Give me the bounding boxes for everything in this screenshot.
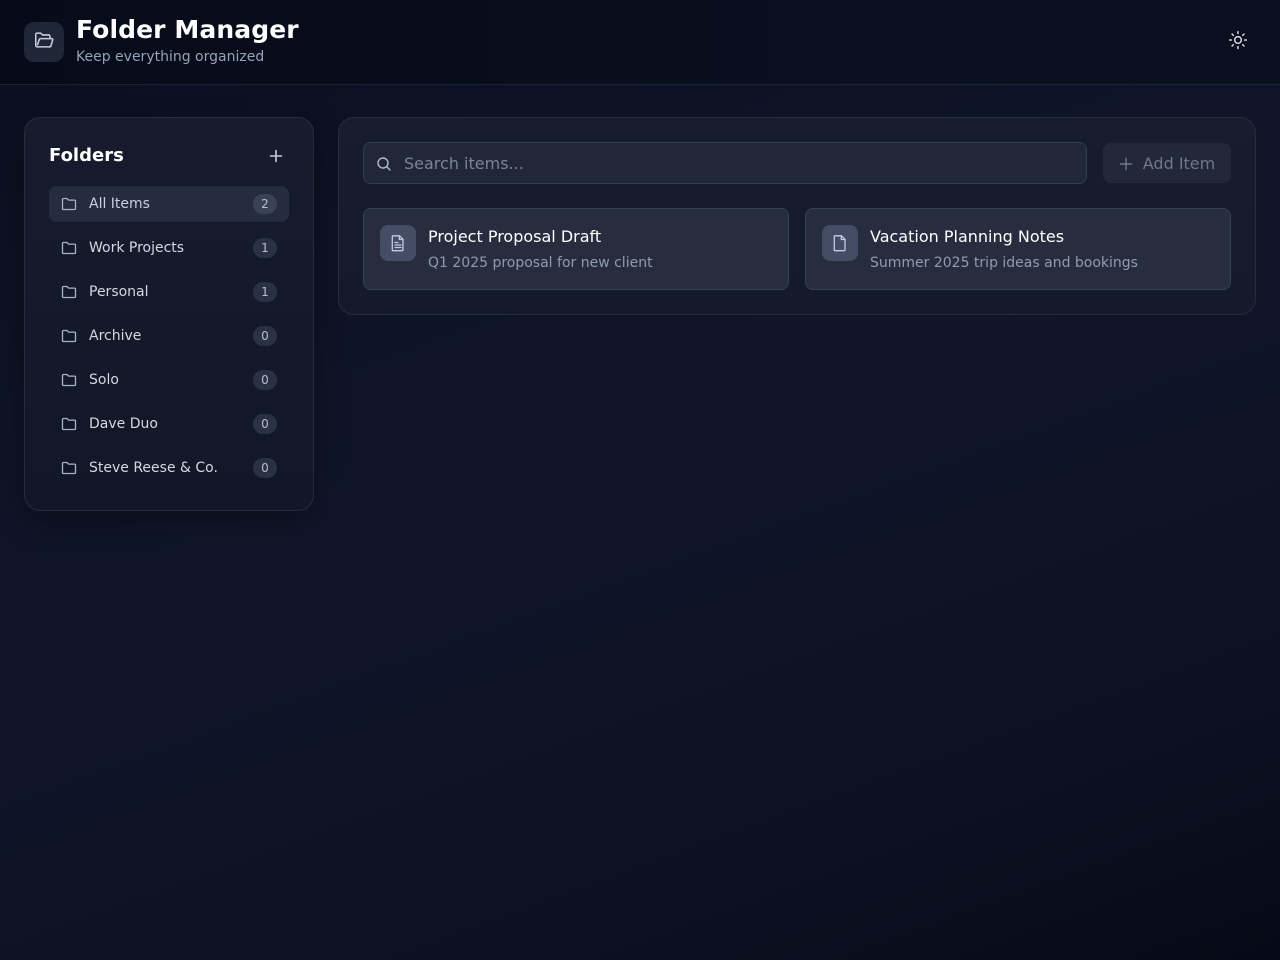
plus-icon: [1119, 156, 1133, 171]
folder-open-icon: [33, 29, 55, 55]
sidebar-item-all-items[interactable]: All Items 2: [49, 186, 289, 222]
add-item-label: Add Item: [1142, 153, 1216, 173]
folder-label: Dave Duo: [89, 416, 158, 432]
folder-icon: [61, 284, 77, 300]
folder-count-badge: 2: [253, 194, 277, 214]
folder-label: Solo: [89, 372, 119, 388]
app-title: Folder Manager: [76, 15, 299, 44]
item-title: Vacation Planning Notes: [870, 227, 1065, 246]
folder-icon: [61, 460, 77, 476]
folder-icon: [61, 196, 77, 212]
folder-count-badge: 1: [253, 282, 277, 302]
folder-label: All Items: [89, 196, 150, 212]
item-card-project-proposal-draft[interactable]: Project Proposal Draft Q1 2025 proposal …: [363, 208, 789, 290]
item-card-vacation-planning-notes[interactable]: Vacation Planning Notes Summer 2025 trip…: [805, 208, 1231, 290]
folder-label: Archive: [89, 328, 142, 344]
sidebar-item-personal[interactable]: Personal 1: [49, 274, 289, 310]
sun-icon: [1228, 30, 1248, 54]
sidebar-item-steve-reese-co[interactable]: Steve Reese & Co. 0: [49, 450, 289, 486]
folders-sidebar: Folders All Items 2 Work Projects 1 Pers…: [24, 117, 314, 511]
folder-count-badge: 0: [253, 326, 277, 346]
file-icon: [822, 225, 858, 261]
folder-count-badge: 1: [253, 238, 277, 258]
item-title: Project Proposal Draft: [428, 227, 602, 246]
sidebar-title: Folders: [49, 145, 124, 166]
app-logo: [24, 22, 64, 62]
sidebar-item-dave-duo[interactable]: Dave Duo 0: [49, 406, 289, 442]
search-icon: [376, 156, 392, 172]
app-subtitle: Keep everything organized: [76, 49, 265, 65]
plus-icon: [269, 148, 283, 167]
add-folder-button[interactable]: [263, 144, 289, 170]
theme-toggle-button[interactable]: [1222, 26, 1254, 58]
folder-icon: [61, 372, 77, 388]
sidebar-item-archive[interactable]: Archive 0: [49, 318, 289, 354]
folder-icon: [61, 240, 77, 256]
folder-icon: [61, 416, 77, 432]
folder-label: Personal: [89, 284, 149, 300]
search-box: [363, 142, 1087, 184]
file-text-icon: [380, 225, 416, 261]
item-description: Q1 2025 proposal for new client: [428, 255, 653, 271]
folder-icon: [61, 328, 77, 344]
sidebar-item-work-projects[interactable]: Work Projects 1: [49, 230, 289, 266]
add-item-button[interactable]: Add Item: [1103, 143, 1231, 183]
app-header: Folder Manager Keep everything organized: [0, 0, 1280, 85]
folder-label: Steve Reese & Co.: [89, 460, 218, 476]
folder-count-badge: 0: [253, 458, 277, 478]
items-panel: Add Item Project Proposal Draft Q1 2025 …: [338, 117, 1256, 315]
folder-list: All Items 2 Work Projects 1 Personal 1 A…: [49, 186, 289, 494]
folder-count-badge: 0: [253, 370, 277, 390]
search-input[interactable]: [404, 143, 1074, 183]
sidebar-item-solo[interactable]: Solo 0: [49, 362, 289, 398]
item-description: Summer 2025 trip ideas and bookings: [870, 255, 1138, 271]
folder-label: Work Projects: [89, 240, 185, 256]
folder-count-badge: 0: [253, 414, 277, 434]
